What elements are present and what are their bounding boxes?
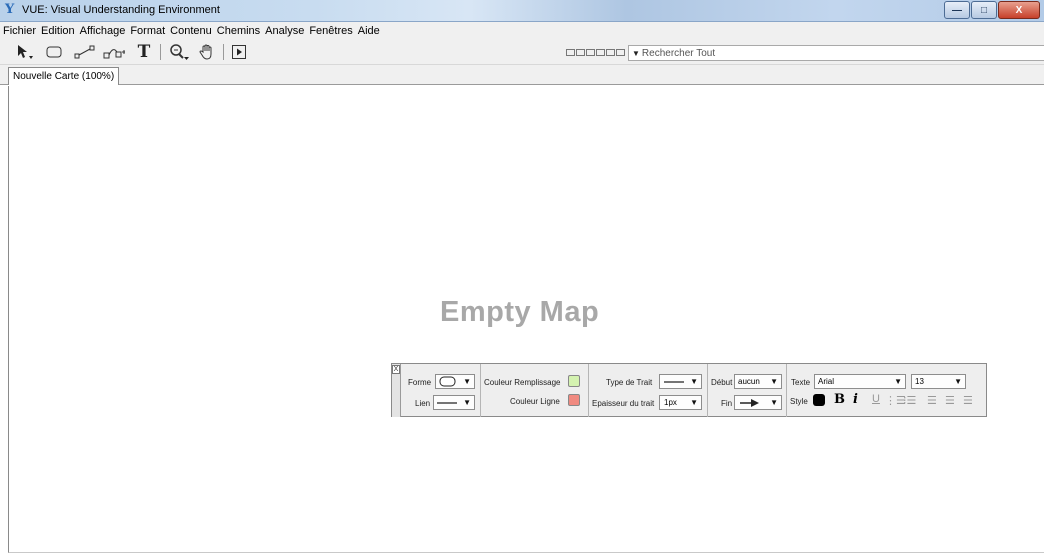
align-left-icon[interactable]: ☰ — [927, 394, 937, 407]
palette-close-button[interactable]: X — [392, 365, 400, 374]
lien-label: Lien — [415, 399, 431, 408]
link-tool-button[interactable] — [74, 42, 96, 62]
menu-format[interactable]: Format — [130, 25, 165, 37]
minimize-button[interactable]: — — [944, 1, 970, 19]
text-section: Texte Arial ▼ 13 ▼ Style B i U ⋮☰ ⁝☰ ☰ ☰… — [787, 364, 987, 417]
node-tool-button[interactable] — [44, 42, 64, 62]
italic-button[interactable]: i — [853, 392, 858, 407]
font-value: Arial — [818, 377, 835, 386]
chevron-down-icon: ▼ — [954, 377, 962, 386]
rounded-rectangle-icon — [46, 46, 62, 58]
tab-nouvelle-carte[interactable]: Nouvelle Carte (100%) — [8, 67, 120, 85]
curved-link-tool-button[interactable] — [103, 42, 125, 62]
font-size-dropdown[interactable]: 13 ▼ — [911, 374, 966, 389]
text-tool-button[interactable]: T — [135, 42, 153, 62]
menu-affichage[interactable]: Affichage — [80, 25, 126, 37]
color-section: Couleur Remplissage Couleur Ligne — [481, 364, 589, 417]
empty-map-label: Empty Map — [440, 296, 600, 328]
debut-dropdown[interactable]: aucun ▼ — [734, 374, 782, 389]
link-line-icon — [74, 45, 95, 59]
palette-close-bar: X — [392, 364, 401, 417]
menu-aide[interactable]: Aide — [358, 25, 380, 37]
arrow-pointer-icon — [18, 45, 33, 59]
chevron-down-icon: ▼ — [770, 398, 778, 407]
presentation-tool-button[interactable] — [230, 42, 248, 62]
menu-fenetres[interactable]: Fenêtres — [309, 25, 352, 37]
couleur-ligne-label: Couleur Ligne — [510, 397, 560, 406]
chevron-down-icon: ▼ — [690, 398, 698, 407]
zoom-tool-button[interactable] — [168, 42, 190, 62]
menu-analyse[interactable]: Analyse — [265, 25, 304, 37]
title-bar: Y VUE: Visual Understanding Environment … — [0, 0, 1044, 22]
close-button[interactable]: X — [998, 1, 1040, 19]
hand-icon — [199, 44, 212, 60]
chevron-down-icon: ▼ — [770, 377, 778, 386]
menu-edition[interactable]: Edition — [41, 25, 75, 37]
search-input[interactable]: ▼ Rechercher Tout — [628, 45, 1044, 61]
texte-label: Texte — [791, 378, 811, 387]
bold-button[interactable]: B — [834, 392, 845, 407]
search-placeholder: Rechercher Tout — [641, 47, 716, 59]
fill-color-swatch[interactable] — [568, 375, 580, 387]
curved-link-icon — [103, 49, 125, 59]
font-dropdown[interactable]: Arial ▼ — [814, 374, 906, 389]
arrow-end-icon — [740, 398, 759, 407]
toolbar-separator — [223, 44, 224, 60]
selection-tool-button[interactable] — [14, 42, 36, 62]
align-center-icon[interactable]: ☰ — [945, 394, 955, 407]
forme-dropdown[interactable]: ▼ — [435, 374, 475, 389]
arrow-section: Début aucun ▼ Fin ▼ — [708, 364, 787, 417]
window-controls: — □ X — [943, 1, 1040, 19]
align-right-icon[interactable]: ☰ — [963, 394, 973, 407]
chevron-down-icon: ▼ — [463, 377, 471, 386]
style-label: Style — [790, 397, 808, 406]
play-icon — [232, 45, 246, 59]
type-trait-dropdown[interactable]: ▼ — [659, 374, 702, 389]
magnifier-icon — [170, 44, 189, 60]
fin-dropdown[interactable]: ▼ — [734, 395, 782, 410]
menu-contenu[interactable]: Contenu — [170, 25, 212, 37]
menu-chemins[interactable]: Chemins — [217, 25, 260, 37]
chevron-down-icon: ▼ — [894, 377, 902, 386]
toolbar: T ▼ Rechercher Tout — [0, 39, 1044, 65]
type-trait-label: Type de Trait — [606, 378, 653, 387]
bullet-list-icon[interactable]: ⁝☰ — [903, 394, 916, 407]
menu-fichier[interactable]: Fichier — [3, 25, 36, 37]
line-style-icon — [437, 401, 457, 404]
line-color-swatch[interactable] — [568, 394, 580, 406]
window-title: VUE: Visual Understanding Environment — [22, 4, 220, 16]
format-palette: X Forme ▼ Lien ▼ Couleur Remplissage Cou… — [391, 363, 987, 417]
font-size-value: 13 — [915, 377, 924, 386]
fin-label: Fin — [721, 399, 733, 408]
hand-tool-button[interactable] — [197, 42, 217, 62]
toolbar-separator — [160, 44, 161, 60]
forme-label: Forme — [408, 378, 432, 387]
map-tab-bar: Nouvelle Carte (100%) — [0, 65, 1044, 85]
line-type-icon — [664, 380, 684, 383]
rounded-shape-icon — [439, 376, 456, 386]
epaisseur-value: 1px — [664, 398, 677, 407]
epaisseur-dropdown[interactable]: 1px ▼ — [659, 395, 702, 410]
menu-bar: Fichier Edition Affichage Format Contenu… — [0, 22, 1044, 39]
underline-button[interactable]: U — [872, 393, 880, 405]
maximize-button[interactable]: □ — [971, 1, 997, 19]
path-chain-icon[interactable] — [566, 49, 626, 58]
vue-logo-icon: Y — [5, 2, 15, 17]
chevron-down-icon: ▼ — [690, 377, 698, 386]
shape-section: Forme ▼ Lien ▼ — [402, 364, 481, 417]
stroke-section: Type de Trait ▼ Epaisseur du trait 1px ▼ — [589, 364, 708, 417]
debut-label: Début — [711, 378, 733, 387]
chevron-down-icon: ▼ — [463, 398, 471, 407]
lien-dropdown[interactable]: ▼ — [433, 395, 475, 410]
text-color-swatch[interactable] — [813, 394, 825, 406]
couleur-remplissage-label: Couleur Remplissage — [484, 378, 561, 387]
epaisseur-label: Epaisseur du trait — [592, 399, 655, 408]
debut-value: aucun — [738, 377, 760, 386]
search-dropdown-icon[interactable]: ▼ — [632, 49, 640, 58]
